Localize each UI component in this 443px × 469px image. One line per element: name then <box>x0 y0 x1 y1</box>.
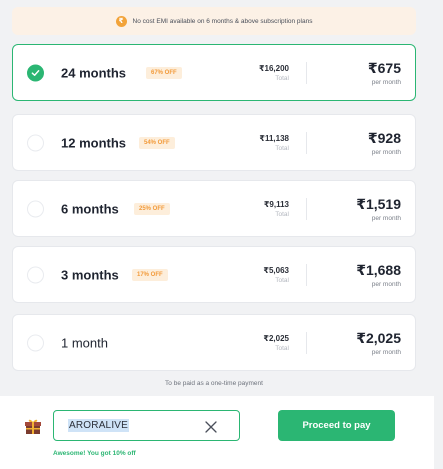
gift-icon <box>24 417 42 435</box>
monthly-price-amount: ₹928 <box>367 129 401 146</box>
plan-option-3-months[interactable]: 3 months 17% OFF ₹5,063 Total ₹1,688 per… <box>12 246 416 303</box>
total-label: Total <box>275 210 289 218</box>
radio-unchecked-icon[interactable] <box>27 266 44 283</box>
plan-total: ₹9,113 Total <box>264 200 289 218</box>
proceed-to-pay-button[interactable]: Proceed to pay <box>278 410 395 441</box>
total-amount: ₹9,113 <box>263 199 289 209</box>
discount-badge: 67% OFF <box>146 66 182 79</box>
plan-duration: 6 months <box>61 201 119 216</box>
plan-option-1-month[interactable]: 1 month ₹2,025 Total ₹2,025 per month <box>12 314 416 371</box>
coupon-code-value[interactable]: ARORALIVE <box>68 419 130 432</box>
rupee-coin-icon: ₹ <box>115 15 127 27</box>
plan-option-12-months[interactable]: 12 months 54% OFF ₹11,138 Total ₹928 per… <box>12 114 416 171</box>
monthly-price-amount: ₹2,025 <box>356 329 401 346</box>
total-label: Total <box>275 276 289 284</box>
total-amount: ₹5,063 <box>263 265 289 275</box>
plan-monthly-price: ₹1,519 per month <box>356 196 401 222</box>
plan-duration: 3 months <box>61 267 119 282</box>
plan-monthly-price: ₹928 per month <box>368 130 401 156</box>
emi-notice-text: No cost EMI available on 6 months & abov… <box>132 17 313 25</box>
divider <box>306 263 307 286</box>
coupon-input[interactable]: ARORALIVE <box>53 410 240 441</box>
plan-monthly-price: ₹1,688 per month <box>356 262 401 288</box>
discount-badge: 25% OFF <box>134 202 170 215</box>
divider <box>306 197 307 220</box>
plan-duration: 24 months <box>61 65 127 80</box>
radio-unchecked-icon[interactable] <box>27 200 44 217</box>
close-icon[interactable] <box>205 420 217 433</box>
total-amount: ₹11,138 <box>259 133 289 143</box>
plan-total: ₹2,025 Total <box>263 334 289 352</box>
emi-notice-banner: ₹ No cost EMI available on 6 months & ab… <box>12 7 416 35</box>
plan-total: ₹16,200 Total <box>259 64 289 82</box>
radio-unchecked-icon[interactable] <box>27 334 44 351</box>
divider <box>306 61 307 84</box>
monthly-price-label: per month <box>371 78 401 86</box>
monthly-price-label: per month <box>371 148 401 156</box>
checkout-footer: ARORALIVE Proceed to pay Awesome! You go… <box>0 396 443 469</box>
scrollbar[interactable] <box>434 0 443 469</box>
plan-duration: 1 month <box>61 335 108 350</box>
total-amount: ₹2,025 <box>263 333 289 343</box>
divider <box>306 131 307 154</box>
one-time-payment-note: To be paid as a one-time payment <box>165 380 263 387</box>
plan-duration: 12 months <box>61 135 127 150</box>
monthly-price-amount: ₹1,519 <box>356 195 401 212</box>
plan-option-24-months[interactable]: 24 months 67% OFF ₹16,200 Total ₹675 per… <box>12 44 416 101</box>
monthly-price-amount: ₹1,688 <box>356 261 401 278</box>
total-label: Total <box>275 344 289 352</box>
plan-monthly-price: ₹2,025 per month <box>356 330 401 356</box>
radio-unchecked-icon[interactable] <box>27 134 44 151</box>
total-label: Total <box>275 74 289 82</box>
plan-monthly-price: ₹675 per month <box>368 60 401 86</box>
monthly-price-amount: ₹675 <box>367 59 401 76</box>
coupon-success-message: Awesome! You got 10% off <box>53 450 136 457</box>
plan-option-6-months[interactable]: 6 months 25% OFF ₹9,113 Total ₹1,519 per… <box>12 180 416 237</box>
monthly-price-label: per month <box>371 348 401 356</box>
discount-badge: 17% OFF <box>132 268 168 281</box>
plan-total: ₹5,063 Total <box>263 266 289 284</box>
total-amount: ₹16,200 <box>258 63 289 73</box>
monthly-price-label: per month <box>371 280 401 288</box>
discount-badge: 54% OFF <box>139 136 175 149</box>
total-label: Total <box>275 144 289 152</box>
radio-checked-icon[interactable] <box>27 64 44 81</box>
divider <box>306 331 307 354</box>
plan-total: ₹11,138 Total <box>259 134 289 152</box>
monthly-price-label: per month <box>371 214 401 222</box>
